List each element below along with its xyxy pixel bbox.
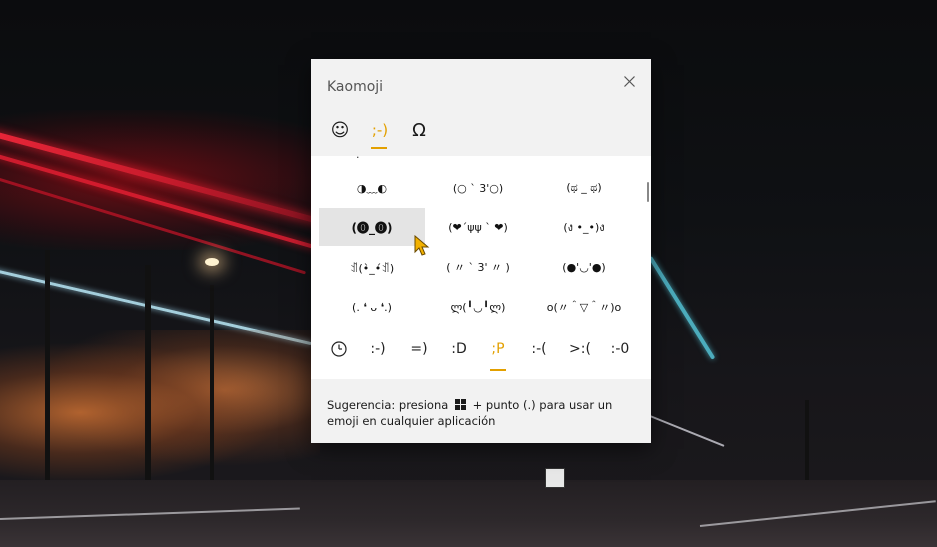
kaomoji-item[interactable]: ◑﹏◐ xyxy=(319,169,425,207)
close-button[interactable] xyxy=(615,67,643,95)
tab-emoji[interactable]: ☺ xyxy=(327,115,353,145)
kaomoji-item[interactable]: o(〃＾▽＾〃)o xyxy=(531,288,637,326)
kaomoji-subcategory-bar: :-) =) :D ;P :-( >:( :-0 xyxy=(311,331,651,371)
hint-text-start: Sugerencia: presiona xyxy=(327,398,449,412)
tab-kaomoji[interactable]: ;-) xyxy=(367,115,393,145)
kaomoji-item[interactable]: (○ ˋ 3'○) xyxy=(425,169,531,207)
hint-text: Sugerencia: presiona + punto (.) para us… xyxy=(327,397,639,429)
subtab-big-grin[interactable]: :D xyxy=(444,331,474,367)
subtab-tongue[interactable]: ;P xyxy=(483,331,513,367)
close-icon xyxy=(623,75,635,87)
smiley-icon: ☺ xyxy=(330,119,350,141)
omega-icon: Ω xyxy=(412,119,426,141)
kaomoji-item[interactable]: ლ(╹◡╹ლ) xyxy=(425,288,531,326)
kaomoji-icon: ;-) xyxy=(371,121,389,139)
subtab-smile[interactable]: :-) xyxy=(363,331,393,367)
tab-symbols[interactable]: Ω xyxy=(407,115,431,145)
kaomoji-item[interactable]: (. ❛ ᴗ ❛.) xyxy=(319,288,425,326)
light-trail-white xyxy=(649,415,725,447)
utility-pole xyxy=(210,285,214,495)
street-lamp xyxy=(205,258,219,266)
kaomoji-item-hovered[interactable]: (⓿_⓿) xyxy=(319,208,425,246)
windows-logo-icon xyxy=(454,399,466,410)
kaomoji-item[interactable]: (ง •_•)ง xyxy=(531,208,637,246)
mouse-pointer-icon xyxy=(414,235,430,256)
partial-kaomoji: . ' xyxy=(356,156,366,161)
scrollbar-thumb[interactable] xyxy=(647,182,649,202)
subtab-recent[interactable] xyxy=(325,331,353,367)
subtab-sad[interactable]: :-( xyxy=(524,331,554,367)
panel-title: Kaomoji xyxy=(327,79,384,95)
subtab-active-indicator xyxy=(490,369,506,371)
clock-icon xyxy=(331,341,347,357)
road-sign xyxy=(545,468,565,488)
light-trail-cyan xyxy=(648,255,716,360)
tab-active-indicator xyxy=(371,147,387,149)
subtab-surprised[interactable]: :-0 xyxy=(604,331,636,367)
kaomoji-item[interactable]: (ಥ _ ಥ) xyxy=(531,169,637,207)
utility-pole xyxy=(45,250,50,500)
emoji-panel: Kaomoji ☺ ;-) Ω . ' ◑﹏◐ (○ ˋ 3'○) (ಥ _ ಥ… xyxy=(311,59,651,443)
panel-header: Kaomoji ☺ ;-) Ω xyxy=(311,59,651,156)
kaomoji-item[interactable]: (●'◡'●) xyxy=(531,248,637,286)
utility-pole xyxy=(145,265,151,495)
kaomoji-item[interactable]: ( 〃 ` 3' 〃 ) xyxy=(425,248,531,286)
subtab-equals-smile[interactable]: =) xyxy=(404,331,434,367)
kaomoji-grid: . ' ◑﹏◐ (○ ˋ 3'○) (ಥ _ ಥ) (⓿_⓿) (❤´ψψ ` … xyxy=(311,156,651,328)
subtab-angry[interactable]: >:( xyxy=(564,331,596,367)
kaomoji-item[interactable]: (❤´ψψ ` ❤) xyxy=(425,208,531,246)
panel-footer: Sugerencia: presiona + punto (.) para us… xyxy=(311,379,651,443)
kaomoji-item[interactable]: ꀊ(•̀_•́ꀊ) xyxy=(319,248,425,286)
